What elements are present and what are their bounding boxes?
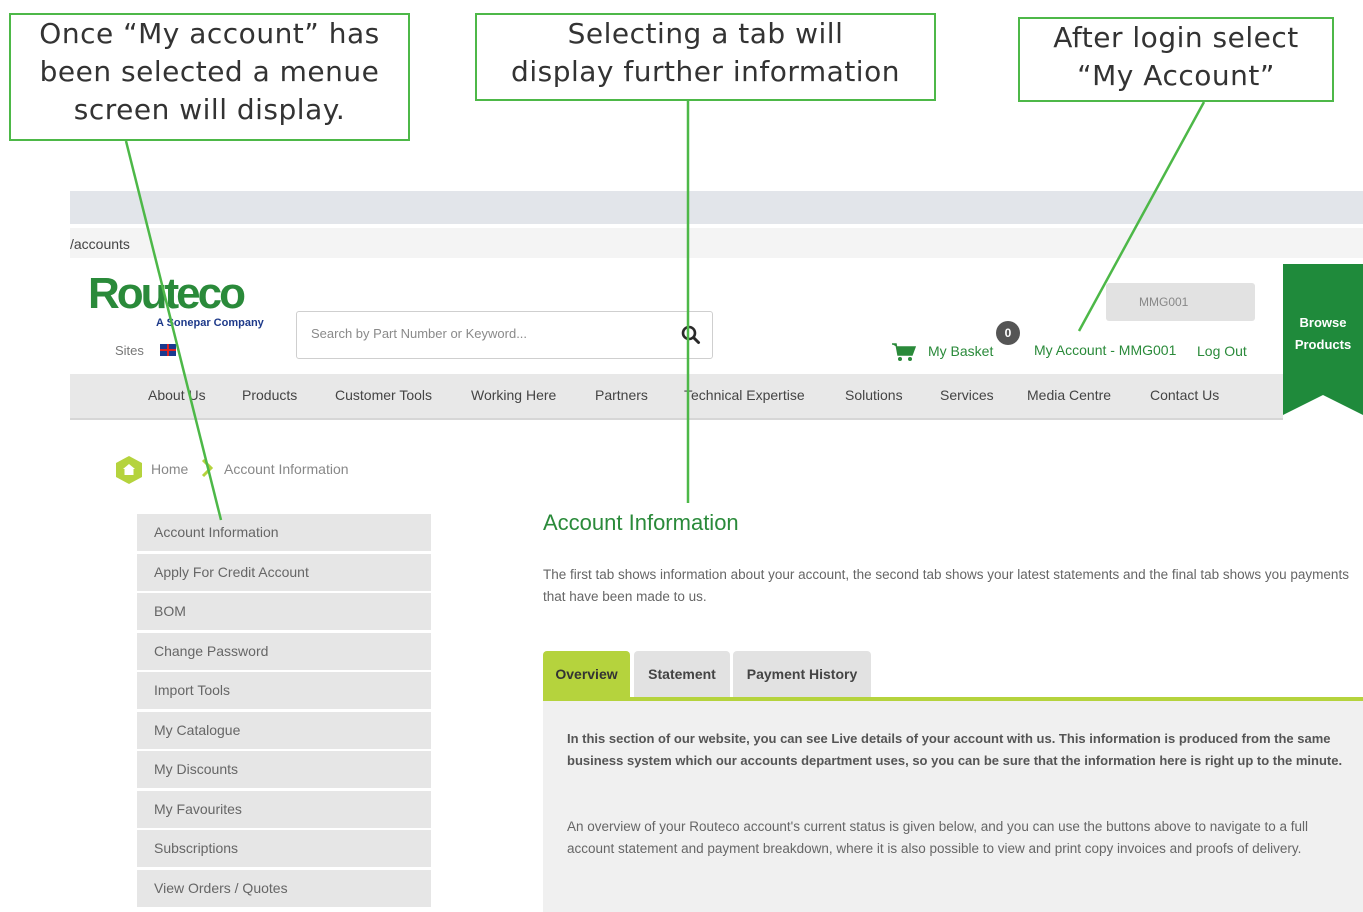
annotation-tab-line1: Selecting a tab will <box>567 17 844 50</box>
overview-intro: In this section of our website, you can … <box>567 731 1343 768</box>
page-description: The first tab shows information about yo… <box>543 567 1349 604</box>
browse-label-line1: Browse <box>1299 315 1347 330</box>
sidebar-item-account-information[interactable]: Account Information <box>137 514 431 551</box>
overview-detail: An overview of your Routeco account's cu… <box>567 819 1309 856</box>
browse-products-label: Browse Products <box>1283 312 1363 356</box>
breadcrumb-home[interactable]: Home <box>151 461 188 477</box>
chevron-right-icon <box>201 458 214 478</box>
nav-about-us[interactable]: About Us <box>148 387 206 403</box>
address-bar[interactable]: /accounts <box>70 228 1363 258</box>
account-sidebar-menu: Account Information Apply For Credit Acc… <box>137 514 431 909</box>
annotation-menu-line2: been selected a menue <box>39 55 380 88</box>
my-account-link[interactable]: My Account - MMG001 <box>1034 342 1176 358</box>
sidebar-item-import-tools[interactable]: Import Tools <box>137 672 431 709</box>
tab-payment-history[interactable]: Payment History <box>733 651 871 699</box>
sidebar-item-view-orders-quotes[interactable]: View Orders / Quotes <box>137 869 431 907</box>
tab-statement[interactable]: Statement <box>634 651 730 699</box>
annotation-tab-callout: Selecting a tab will display further inf… <box>475 13 936 101</box>
sidebar-item-change-password[interactable]: Change Password <box>137 632 431 670</box>
sidebar-item-my-favourites[interactable]: My Favourites <box>137 790 431 828</box>
page-title: Account Information <box>543 510 739 535</box>
browse-label-line2: Products <box>1294 337 1352 352</box>
nav-technical-expertise[interactable]: Technical Expertise <box>684 387 805 403</box>
nav-contact-us[interactable]: Contact Us <box>1150 387 1219 403</box>
annotation-account-callout: After login select “My Account” <box>1018 17 1334 102</box>
sites-label[interactable]: Sites <box>115 343 144 358</box>
search-icon[interactable] <box>680 324 702 346</box>
search-box[interactable] <box>296 311 713 359</box>
sidebar-item-bom[interactable]: BOM <box>137 593 431 630</box>
browse-products-button[interactable]: Browse Products <box>1283 264 1363 415</box>
nav-services[interactable]: Services <box>940 387 994 403</box>
nav-products[interactable]: Products <box>242 387 297 403</box>
annotation-menu-line3: screen will display. <box>73 93 346 126</box>
sidebar-item-apply-for-credit-account[interactable]: Apply For Credit Account <box>137 553 431 591</box>
my-basket-link[interactable]: My Basket <box>928 343 993 359</box>
search-input[interactable] <box>309 325 673 342</box>
annotation-menu-callout: Once “My account” has been selected a me… <box>9 13 410 141</box>
nav-customer-tools[interactable]: Customer Tools <box>335 387 432 403</box>
breadcrumb-current: Account Information <box>224 461 349 477</box>
home-icon[interactable] <box>115 455 143 485</box>
logout-link[interactable]: Log Out <box>1197 343 1247 359</box>
uk-flag-icon[interactable] <box>160 344 176 356</box>
sidebar-item-subscriptions[interactable]: Subscriptions <box>137 830 431 867</box>
nav-media-centre[interactable]: Media Centre <box>1027 387 1111 403</box>
logo-tagline: A Sonepar Company <box>156 317 264 329</box>
sidebar-item-my-catalogue[interactable]: My Catalogue <box>137 711 431 749</box>
account-code-box: MMG001 <box>1106 283 1255 321</box>
nav-partners[interactable]: Partners <box>595 387 648 403</box>
sidebar-item-my-discounts[interactable]: My Discounts <box>137 751 431 788</box>
routeco-logo[interactable]: Routeco A Sonepar Company <box>88 269 278 330</box>
browser-toolbar <box>70 191 1363 224</box>
annotation-menu-line1: Once “My account” has <box>39 17 380 50</box>
annotation-account-line1: After login select <box>1053 21 1299 54</box>
annotation-account-line2: “My Account” <box>1077 59 1275 92</box>
logo-wordmark: Routeco <box>88 269 246 318</box>
overview-panel: In this section of our website, you can … <box>543 701 1363 912</box>
annotation-tab-line2: display further information <box>511 55 900 88</box>
nav-solutions[interactable]: Solutions <box>845 387 903 403</box>
main-nav: About Us Products Customer Tools Working… <box>70 374 1283 420</box>
account-code: MMG001 <box>1139 295 1189 309</box>
tab-overview[interactable]: Overview <box>543 651 630 699</box>
address-url: /accounts <box>70 236 130 252</box>
basket-icon[interactable] <box>892 342 916 362</box>
nav-working-here[interactable]: Working Here <box>471 387 556 403</box>
basket-count-badge: 0 <box>996 321 1020 345</box>
